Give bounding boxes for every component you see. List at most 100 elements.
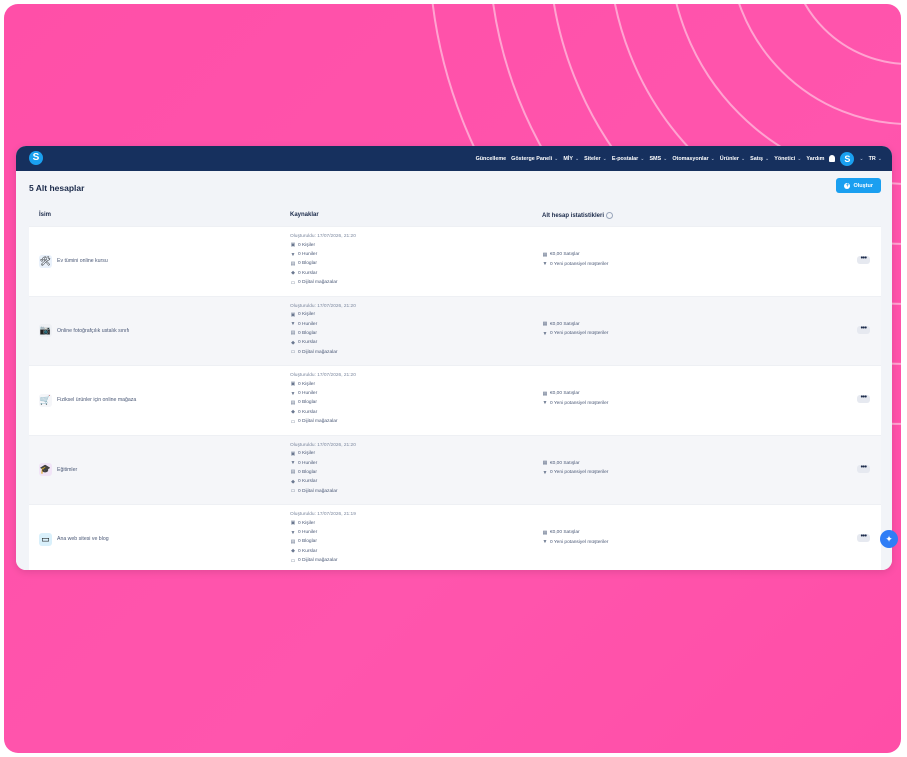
funnel-icon: ▼ [542, 469, 548, 476]
funnels-count: ▼ 0 Huniler [290, 390, 318, 397]
nav-item-emails[interactable]: E-postalar ⌄ [612, 156, 645, 162]
nav-item-help[interactable]: Yardım [806, 156, 824, 162]
more-options-button[interactable]: ••• [857, 325, 870, 334]
funnel-icon: ▼ [542, 330, 548, 337]
chevron-down-icon: ⌄ [574, 155, 580, 162]
store-icon: ▭ [290, 279, 296, 286]
funnel-icon: ▼ [290, 321, 296, 328]
nav-item-sales[interactable]: Satış ⌄ [750, 156, 769, 162]
subaccount-name[interactable]: Eğitimler [57, 467, 77, 473]
subaccount-name[interactable]: Ana web sitesi ve blog [57, 536, 109, 542]
avatar[interactable]: S [840, 151, 855, 166]
graduation-cap-icon: ◆ [291, 270, 295, 277]
money-icon: ▦ [542, 460, 548, 467]
subaccount-name-cell[interactable]: ▭ Ana web sitesi ve blog [39, 505, 109, 570]
cart-icon: 🛒 [39, 393, 52, 407]
language-selector[interactable]: TR ⌄ [869, 156, 882, 162]
contacts-icon: ▣ [290, 520, 296, 527]
chevron-down-icon: ⌄ [663, 155, 668, 162]
blogs-count: ▤ 0 Bloglar [290, 260, 317, 267]
contacts-count: ▣ 0 Kişiler [290, 381, 316, 388]
table-row[interactable]: ▭ Ana web sitesi ve blog Oluşturuldu: 17/0… [29, 504, 881, 570]
more-options-button[interactable]: ••• [857, 394, 870, 403]
stores-count: ▭ 0 Dijital mağazalar [290, 557, 338, 564]
nav-item-sms[interactable]: SMS ⌄ [649, 156, 667, 162]
blogs-count: ▤ 0 Bloglar [290, 469, 317, 476]
blog-icon: ▤ [290, 399, 296, 406]
resources-cell: Oluşturuldu: 17/07/2026, 21:20 ▣ 0 Kişiler… [290, 304, 356, 357]
nav-item-dashboard[interactable]: Gösterge Paneli ⌄ [511, 156, 558, 162]
subaccount-name-cell[interactable]: 🛠 Ev tümini online kursu [39, 227, 108, 295]
create-button[interactable]: + Oluştur [836, 178, 881, 193]
store-icon: ▭ [290, 488, 296, 495]
chevron-down-icon[interactable]: ⌄ [859, 156, 863, 162]
created-date: Oluşturuldu: 17/07/2026, 21:20 [290, 303, 356, 309]
education-icon: 🎓 [39, 463, 52, 476]
funnels-count: ▼ 0 Huniler [290, 251, 318, 258]
bell-icon[interactable] [829, 155, 836, 162]
sales-stat: ▦ €0,00 Satışlar [542, 460, 580, 467]
contacts-icon: ▣ [290, 311, 296, 318]
funnel-icon: ▼ [290, 460, 296, 467]
assistant-fab-icon[interactable]: ✦ [880, 530, 898, 548]
more-options-button[interactable]: ••• [857, 464, 870, 473]
money-icon: ▦ [542, 251, 548, 258]
blog-icon: ▤ [290, 469, 296, 476]
prospects-stat: ▼ 0 Yeni potansiyel müşteriler [542, 400, 609, 407]
nav-item-automations[interactable]: Otomasyonlar ⌄ [672, 156, 714, 162]
page-title: 5 Alt hesaplar [29, 183, 85, 193]
funnel-icon: ▼ [290, 390, 296, 397]
contacts-count: ▣ 0 Kişiler [290, 242, 316, 249]
blogs-count: ▤ 0 Bloglar [290, 538, 317, 545]
subaccount-name-cell[interactable]: 🎓 Eğitimler [39, 436, 77, 504]
nav-item-crm[interactable]: MİY ⌄ [563, 156, 579, 162]
nav-item-sites[interactable]: Siteler ⌄ [584, 156, 607, 162]
funnels-count: ▼ 0 Huniler [290, 460, 318, 467]
money-icon: ▦ [542, 390, 548, 397]
sales-stat: ▦ €0,00 Satışlar [542, 321, 580, 328]
funnel-icon: ▼ [290, 251, 296, 258]
nav-item-products[interactable]: Ürünler ⌄ [720, 156, 745, 162]
stats-cell: ▦ €0,00 Satışlar ▼ 0 Yeni potansiyel müşter… [542, 320, 609, 339]
table-row[interactable]: 🛒 Fiziksel ürünler için online mağaza Oluş… [29, 365, 881, 435]
table-row[interactable]: 🎓 Eğitimler Oluşturuldu: 17/07/2026, 21:20… [29, 434, 881, 504]
more-options-button[interactable]: ••• [857, 533, 870, 542]
logo-icon[interactable]: S [29, 151, 43, 165]
nav-item-update[interactable]: Güncelleme [476, 156, 507, 162]
nav-item-admin[interactable]: Yönetici ⌄ [774, 156, 801, 162]
contacts-count: ▣ 0 Kişiler [290, 311, 316, 318]
resources-cell: Oluşturuldu: 17/07/2026, 21:20 ▣ 0 Kişiler… [290, 373, 356, 426]
contacts-count: ▣ 0 Kişiler [290, 520, 316, 527]
prospects-stat: ▼ 0 Yeni potansiyel müşteriler [542, 330, 609, 337]
info-icon[interactable] [606, 212, 614, 219]
more-options-button[interactable]: ••• [857, 255, 870, 264]
subaccount-name[interactable]: Fiziksel ürünler için online mağaza [57, 397, 136, 403]
prospects-stat: ▼ 0 Yeni potansiyel müşteriler [542, 469, 609, 476]
created-date: Oluşturuldu: 17/07/2026, 21:20 [290, 442, 356, 448]
table-row[interactable]: 🛠 Ev tümini online kursu Oluşturuldu: 17/0… [29, 226, 881, 296]
graduation-cap-icon: ◆ [291, 339, 295, 346]
subaccount-name[interactable]: Ev tümini online kursu [57, 258, 108, 264]
main-nav: Güncelleme Gösterge Paneli ⌄ MİY ⌄ Siteler… [476, 146, 882, 171]
table-row[interactable]: 📷 Online fotoğrafçılık ustalık sınıfı Oluş… [29, 295, 881, 365]
funnel-icon: ▼ [290, 529, 296, 536]
app-window: S Güncelleme Gösterge Paneli ⌄ MİY ⌄ Sitel… [16, 146, 892, 570]
prospects-stat: ▼ 0 Yeni potansiyel müşteriler [542, 261, 609, 268]
funnels-count: ▼ 0 Huniler [290, 321, 318, 328]
subaccount-name-cell[interactable]: 📷 Online fotoğrafçılık ustalık sınıfı [39, 297, 129, 365]
resources-cell: Oluşturuldu: 17/07/2026, 21:20 ▣ 0 Kişiler… [290, 234, 356, 287]
prospects-stat: ▼ 0 Yeni potansiyel müşteriler [542, 539, 609, 546]
stores-count: ▭ 0 Dijital mağazalar [290, 418, 338, 425]
camera-icon: 📷 [39, 324, 52, 337]
chevron-down-icon: ⌄ [640, 155, 645, 162]
subaccount-name[interactable]: Online fotoğrafçılık ustalık sınıfı [57, 328, 129, 334]
subaccounts-table: İsim Kaynaklar Alt hesap istatistikleri … [29, 207, 881, 570]
chevron-down-icon: ⌄ [877, 155, 882, 162]
courses-count: ◆ 0 Kurslar [291, 409, 318, 416]
subaccount-name-cell[interactable]: 🛒 Fiziksel ürünler için online mağaza [39, 366, 136, 434]
blogs-count: ▤ 0 Bloglar [290, 399, 317, 406]
funnels-count: ▼ 0 Huniler [290, 529, 318, 536]
main-content: 5 Alt hesaplar + Oluştur İsim Kaynaklar … [16, 171, 892, 570]
contacts-icon: ▣ [290, 242, 296, 249]
funnel-icon: ▼ [542, 400, 548, 407]
